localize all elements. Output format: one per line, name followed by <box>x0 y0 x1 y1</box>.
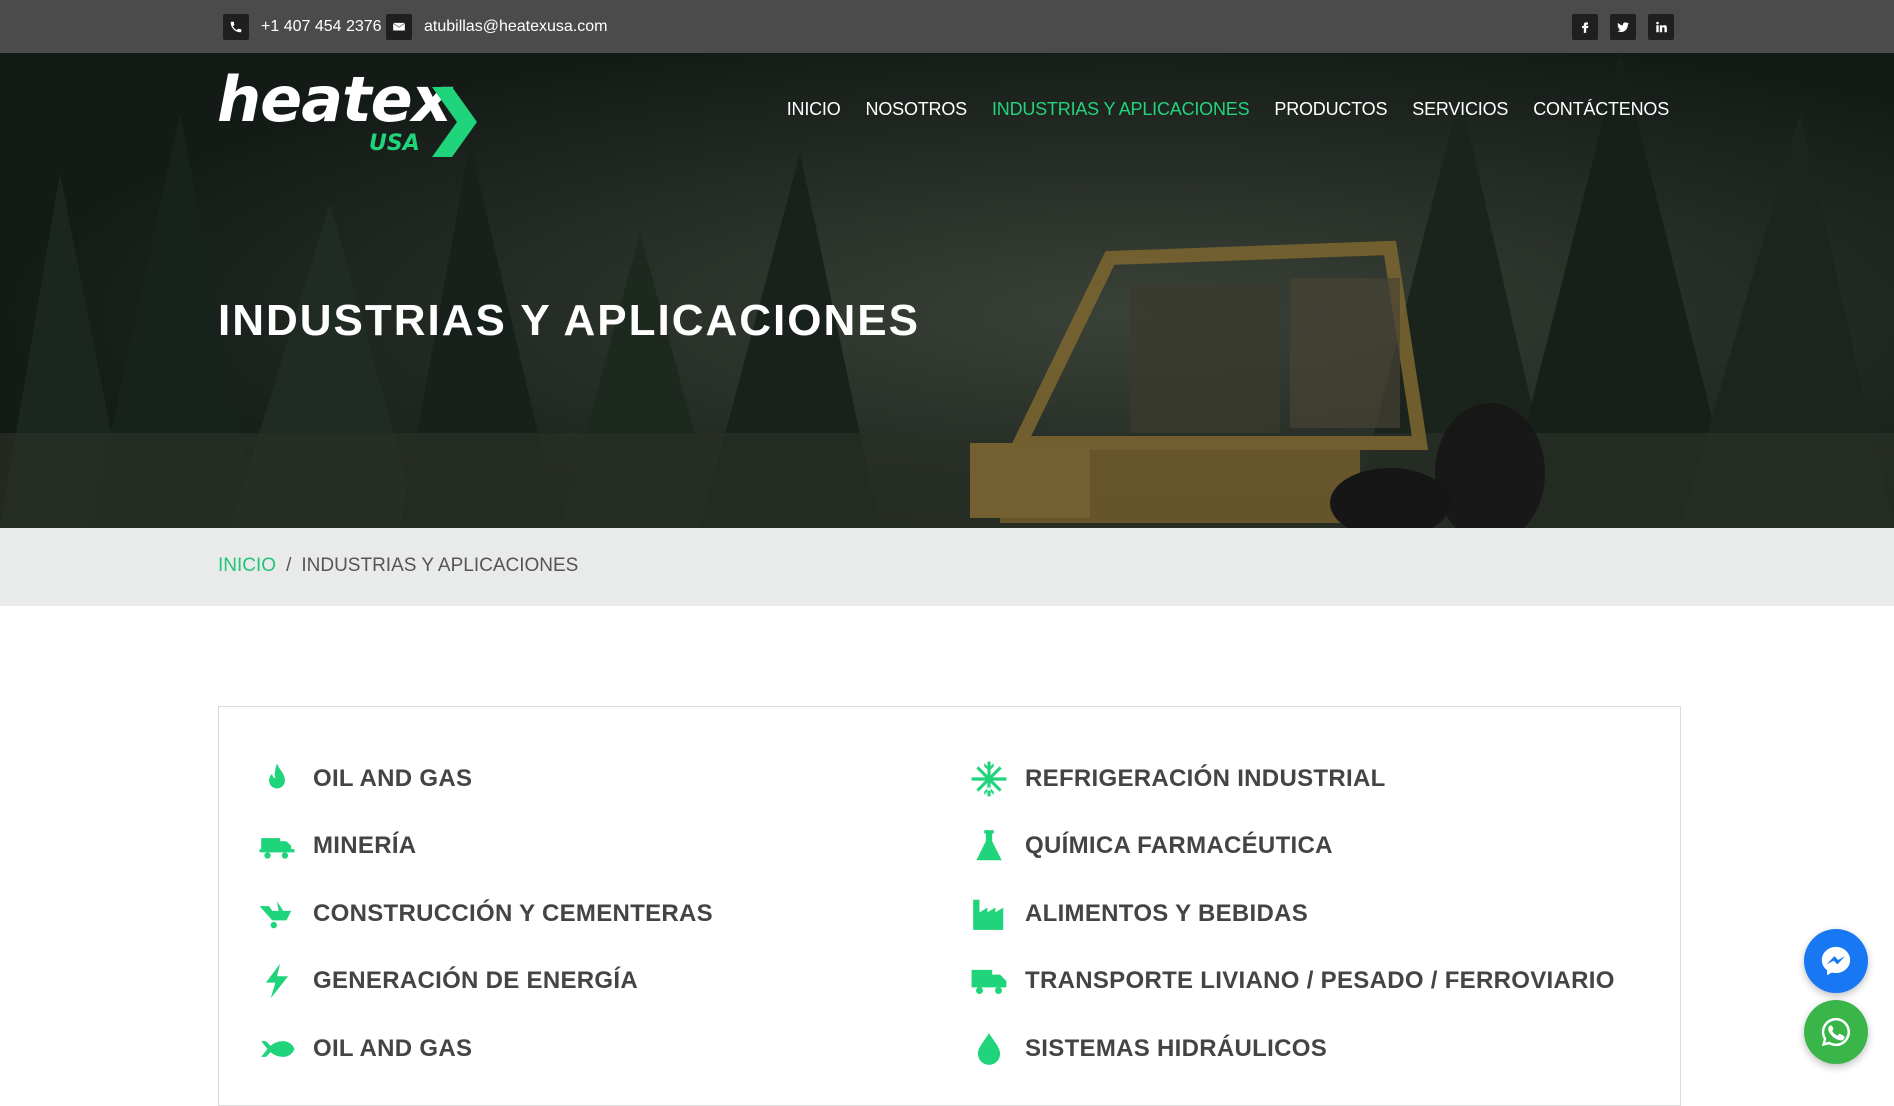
industry-label: SISTEMAS HIDRÁULICOS <box>1025 1034 1328 1062</box>
hero-banner: heatex USA INICIO NOSOTROS INDUSTRIAS Y … <box>0 53 1894 528</box>
logo-wordmark: heatex <box>217 63 452 136</box>
industry-label: GENERACIÓN DE ENERGÍA <box>313 967 639 995</box>
whatsapp-button[interactable] <box>1804 1000 1868 1064</box>
industry-item[interactable]: REFRIGERACIÓN INDUSTRIAL <box>969 745 1615 813</box>
industry-item[interactable]: ALIMENTOS Y BEBIDAS <box>969 880 1615 948</box>
wheelbarrow-icon <box>257 894 297 934</box>
messenger-button[interactable] <box>1804 929 1868 993</box>
social-links <box>1560 14 1674 40</box>
industry-item[interactable]: CONSTRUCCIÓN Y CEMENTERAS <box>257 880 713 948</box>
industry-label: REFRIGERACIÓN INDUSTRIAL <box>1025 764 1386 792</box>
facebook-icon[interactable] <box>1572 14 1598 40</box>
nav-servicios[interactable]: SERVICIOS <box>1412 95 1508 124</box>
factory-icon <box>969 894 1009 934</box>
drop-icon <box>969 1029 1009 1069</box>
industry-item[interactable]: TRANSPORTE LIVIANO / PESADO / FERROVIARI… <box>969 948 1615 1016</box>
industry-label: OIL AND GAS <box>313 764 473 792</box>
logo-chevron-icon <box>432 87 477 157</box>
industry-item[interactable]: SISTEMAS HIDRÁULICOS <box>969 1015 1615 1083</box>
nav-industrias-y-aplicaciones[interactable]: INDUSTRIAS Y APLICACIONES <box>992 95 1250 124</box>
nav-productos[interactable]: PRODUCTOS <box>1274 95 1387 124</box>
logo-usa: USA <box>369 131 420 156</box>
nav-contactenos[interactable]: CONTÁCTENOS <box>1533 95 1669 124</box>
industry-item[interactable]: MINERÍA <box>257 813 713 881</box>
industries-right-column: REFRIGERACIÓN INDUSTRIAL QUÍMICA FARMACÉ… <box>969 745 1615 1083</box>
main-nav: INICIO NOSOTROS INDUSTRIAS Y APLICACIONE… <box>762 95 1669 124</box>
industry-item[interactable]: GENERACIÓN DE ENERGÍA <box>257 948 713 1016</box>
page-title: INDUSTRIAS Y APLICACIONES <box>218 296 920 345</box>
breadcrumb-home-link[interactable]: INICIO <box>218 555 276 577</box>
industry-label: TRANSPORTE LIVIANO / PESADO / FERROVIARI… <box>1025 967 1615 995</box>
breadcrumb-current: INDUSTRIAS Y APLICACIONES <box>301 555 579 576</box>
phone-contact[interactable]: +1 407 454 2376 <box>223 14 382 40</box>
top-contact-bar: +1 407 454 2376 atubillas@heatexusa.com <box>0 0 1894 53</box>
fish-icon <box>257 1029 297 1069</box>
snowflake-icon <box>969 759 1009 799</box>
heatex-logo[interactable]: heatex USA <box>217 63 477 173</box>
truck-icon <box>969 961 1009 1001</box>
flame-icon <box>257 759 297 799</box>
email-contact[interactable]: atubillas@heatexusa.com <box>386 14 607 40</box>
phone-icon <box>223 14 249 40</box>
industries-left-column: OIL AND GAS MINERÍA CONSTRUCCIÓN Y CEMEN… <box>257 745 713 1083</box>
nav-nosotros[interactable]: NOSOTROS <box>866 95 968 124</box>
envelope-icon <box>386 14 412 40</box>
phone-number: +1 407 454 2376 <box>261 18 382 35</box>
email-address: atubillas@heatexusa.com <box>424 18 608 35</box>
industry-label: QUÍMICA FARMACÉUTICA <box>1025 832 1333 860</box>
mining-truck-icon <box>257 826 297 866</box>
lightning-icon <box>257 961 297 1001</box>
whatsapp-icon <box>1821 1017 1851 1047</box>
industry-label: OIL AND GAS <box>313 1034 473 1062</box>
twitter-icon[interactable] <box>1610 14 1636 40</box>
linkedin-icon[interactable] <box>1648 14 1674 40</box>
industry-label: MINERÍA <box>313 832 417 860</box>
nav-inicio[interactable]: INICIO <box>787 95 841 124</box>
industry-item[interactable]: OIL AND GAS <box>257 745 713 813</box>
industry-item[interactable]: OIL AND GAS <box>257 1015 713 1083</box>
industry-label: ALIMENTOS Y BEBIDAS <box>1025 899 1309 927</box>
flask-icon <box>969 826 1009 866</box>
breadcrumb-separator: / <box>286 555 292 576</box>
industry-item[interactable]: QUÍMICA FARMACÉUTICA <box>969 813 1615 881</box>
breadcrumb: INICIO / INDUSTRIAS Y APLICACIONES <box>0 528 1894 606</box>
messenger-icon <box>1821 946 1851 976</box>
industry-label: CONSTRUCCIÓN Y CEMENTERAS <box>313 899 713 927</box>
industries-card: OIL AND GAS MINERÍA CONSTRUCCIÓN Y CEMEN… <box>218 706 1681 1106</box>
